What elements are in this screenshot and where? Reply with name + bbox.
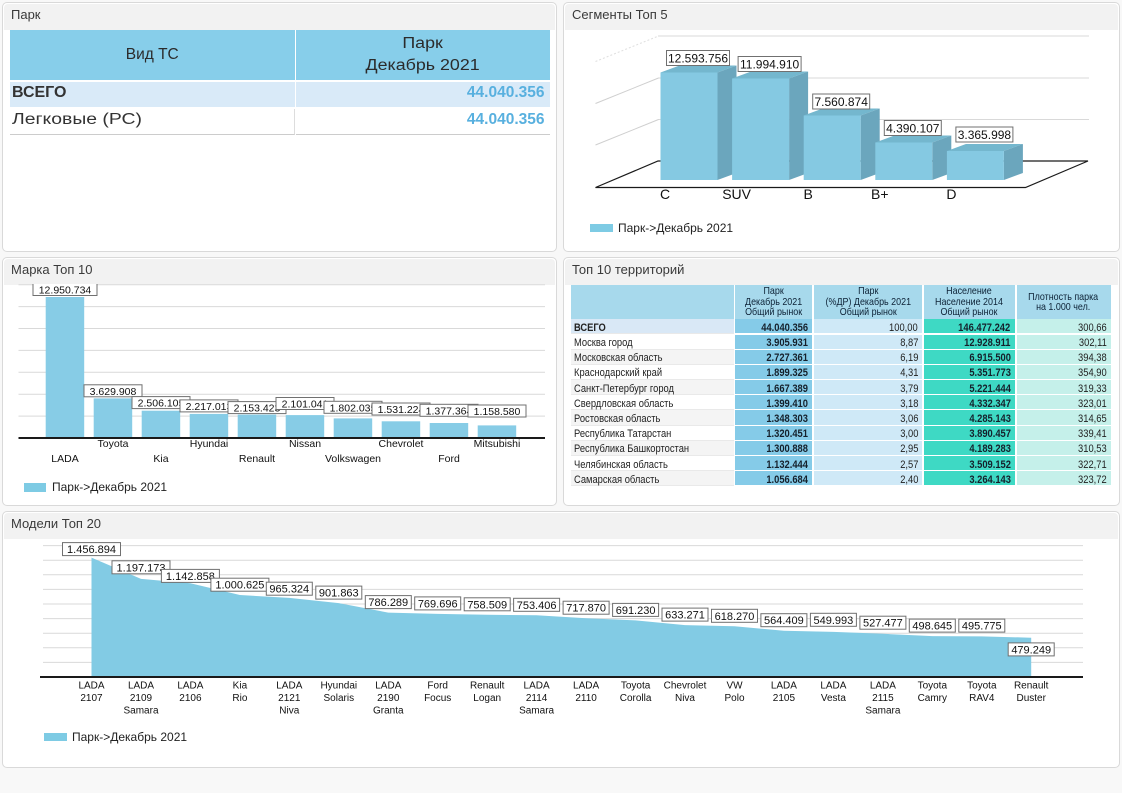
svg-text:C: C (660, 186, 670, 202)
svg-text:Hyundai: Hyundai (190, 438, 229, 450)
svg-text:495.775: 495.775 (962, 621, 1002, 633)
svg-text:12.593.756: 12.593.756 (668, 52, 728, 66)
svg-text:Renault: Renault (470, 681, 505, 692)
svg-text:LADA: LADA (870, 681, 896, 692)
svg-text:Парк->Декабрь 2021: Парк->Декабрь 2021 (72, 730, 187, 744)
svg-text:1.531.224: 1.531.224 (378, 404, 425, 416)
svg-text:769.696: 769.696 (418, 598, 458, 610)
svg-text:Logan: Logan (473, 693, 501, 704)
svg-text:Solaris: Solaris (324, 693, 355, 704)
svg-text:Corolla: Corolla (620, 693, 652, 704)
svg-text:1.456.894: 1.456.894 (67, 544, 116, 556)
svg-text:Camry: Camry (918, 693, 947, 704)
svg-text:Toyota: Toyota (621, 681, 651, 692)
svg-text:2.153.423: 2.153.423 (234, 403, 281, 415)
svg-text:B+: B+ (871, 186, 889, 202)
svg-text:Polo: Polo (724, 693, 744, 704)
svg-text:1.158.580: 1.158.580 (474, 406, 521, 418)
svg-text:1.000.625: 1.000.625 (215, 580, 264, 592)
svg-text:Toyota: Toyota (98, 438, 129, 450)
svg-text:691.230: 691.230 (616, 605, 656, 617)
svg-text:Volkswagen: Volkswagen (325, 453, 381, 465)
svg-text:SUV: SUV (722, 186, 751, 202)
svg-text:Toyota: Toyota (918, 681, 948, 692)
svg-text:LADA: LADA (78, 681, 104, 692)
svg-text:901.863: 901.863 (319, 588, 359, 600)
svg-text:2190: 2190 (377, 693, 400, 704)
svg-text:Парк->Декабрь 2021: Парк->Декабрь 2021 (618, 221, 733, 235)
svg-text:2110: 2110 (575, 693, 597, 704)
svg-text:Kia: Kia (153, 453, 168, 465)
svg-text:LADA: LADA (820, 681, 846, 692)
svg-text:717.870: 717.870 (566, 603, 606, 615)
svg-text:Duster: Duster (1016, 693, 1046, 704)
svg-text:Hyundai: Hyundai (320, 681, 357, 692)
svg-text:633.271: 633.271 (665, 610, 705, 622)
svg-text:LADA: LADA (375, 681, 401, 692)
svg-text:Rio: Rio (232, 693, 247, 704)
svg-text:Samara: Samara (519, 706, 554, 717)
svg-text:2105: 2105 (773, 693, 796, 704)
svg-text:12.950.734: 12.950.734 (39, 285, 92, 297)
svg-text:Kia: Kia (233, 681, 248, 692)
svg-text:VW: VW (726, 681, 743, 692)
svg-text:RAV4: RAV4 (969, 693, 995, 704)
svg-text:LADA: LADA (51, 453, 78, 465)
svg-text:965.324: 965.324 (269, 584, 309, 596)
svg-text:3.629.908: 3.629.908 (90, 386, 137, 398)
svg-text:LADA: LADA (524, 681, 550, 692)
svg-text:2121: 2121 (278, 693, 301, 704)
svg-text:753.406: 753.406 (517, 600, 557, 612)
svg-text:479.249: 479.249 (1011, 644, 1051, 656)
svg-text:527.477: 527.477 (863, 618, 903, 630)
svg-text:Mitsubishi: Mitsubishi (474, 438, 521, 450)
svg-text:Niva: Niva (675, 693, 695, 704)
svg-text:564.409: 564.409 (764, 615, 804, 627)
svg-text:786.289: 786.289 (368, 597, 408, 609)
svg-text:3.365.998: 3.365.998 (958, 128, 1012, 142)
svg-text:2.101.041: 2.101.041 (282, 399, 329, 411)
svg-text:498.645: 498.645 (912, 621, 952, 633)
svg-text:B: B (804, 186, 813, 202)
svg-text:LADA: LADA (128, 681, 154, 692)
svg-text:7.560.874: 7.560.874 (815, 95, 869, 109)
svg-text:11.994.910: 11.994.910 (740, 58, 799, 72)
svg-text:Focus: Focus (424, 693, 451, 704)
svg-text:Samara: Samara (123, 706, 158, 717)
svg-text:1.377.364: 1.377.364 (426, 405, 473, 417)
svg-text:549.993: 549.993 (814, 615, 854, 627)
svg-text:Renault: Renault (239, 453, 275, 465)
svg-text:Granta: Granta (373, 706, 404, 717)
svg-text:Nissan: Nissan (289, 438, 321, 450)
svg-text:Niva: Niva (279, 706, 299, 717)
svg-text:LADA: LADA (276, 681, 302, 692)
svg-text:LADA: LADA (771, 681, 797, 692)
svg-text:1.142.858: 1.142.858 (166, 571, 215, 583)
svg-text:Vesta: Vesta (821, 693, 846, 704)
svg-text:LADA: LADA (573, 681, 599, 692)
svg-text:Ford: Ford (427, 681, 448, 692)
svg-text:Chevrolet: Chevrolet (664, 681, 707, 692)
svg-text:2107: 2107 (80, 693, 103, 704)
svg-text:Chevrolet: Chevrolet (379, 438, 424, 450)
svg-text:Renault: Renault (1014, 681, 1049, 692)
svg-text:4.390.107: 4.390.107 (886, 122, 940, 136)
svg-text:1.197.173: 1.197.173 (117, 562, 166, 574)
svg-text:D: D (946, 186, 956, 202)
svg-text:2.217.013: 2.217.013 (186, 401, 233, 413)
svg-text:618.270: 618.270 (715, 611, 755, 623)
svg-text:LADA: LADA (177, 681, 203, 692)
svg-text:Парк->Декабрь 2021: Парк->Декабрь 2021 (52, 480, 167, 494)
svg-text:2114: 2114 (526, 693, 548, 704)
svg-text:Samara: Samara (865, 706, 900, 717)
svg-text:758.509: 758.509 (467, 599, 507, 611)
svg-text:2.506.105: 2.506.105 (138, 398, 185, 410)
svg-text:2109: 2109 (130, 693, 153, 704)
svg-text:1.802.035: 1.802.035 (330, 402, 377, 414)
svg-text:Toyota: Toyota (967, 681, 997, 692)
svg-text:2115: 2115 (872, 693, 894, 704)
svg-text:2106: 2106 (179, 693, 202, 704)
svg-text:Ford: Ford (438, 453, 460, 465)
